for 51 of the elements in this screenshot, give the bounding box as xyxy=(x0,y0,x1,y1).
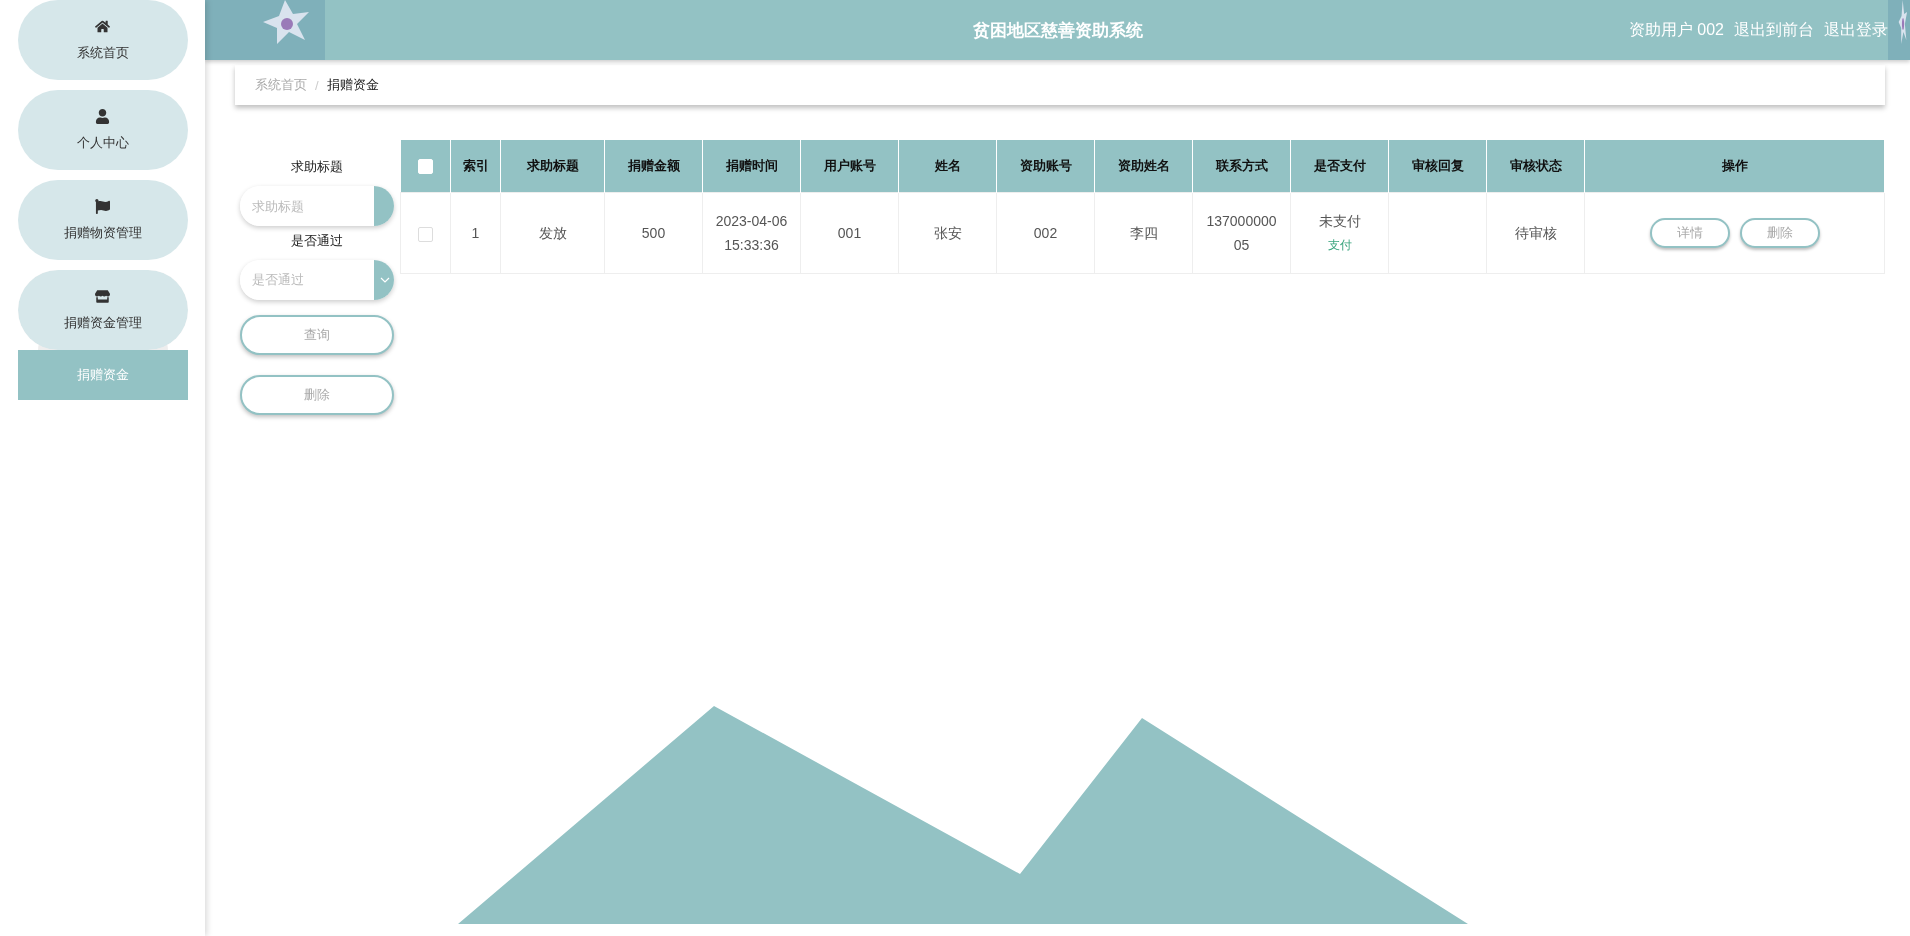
breadcrumb-link[interactable]: 系统首页 xyxy=(255,76,307,94)
submenu-item[interactable]: 捐赠资金 xyxy=(17,350,188,400)
column-header: 资助姓名 xyxy=(1094,140,1193,193)
delete-button[interactable]: 删除 xyxy=(1739,218,1820,248)
table-cell: 001 xyxy=(837,225,862,241)
header-link[interactable]: 退出登录 xyxy=(1824,20,1888,41)
table-cell: 13700000005 xyxy=(1206,213,1277,253)
column-header: 用户账号 xyxy=(800,140,899,193)
delete-button[interactable]: 删除 xyxy=(240,375,394,415)
payment-status: 未支付 xyxy=(1318,212,1361,231)
sidebar-item[interactable]: 捐赠资金管理 xyxy=(17,270,188,350)
checkbox[interactable] xyxy=(418,226,433,242)
column-header: 索引 xyxy=(450,140,501,193)
table-cell: 1 xyxy=(471,225,480,241)
user-icon xyxy=(95,108,110,124)
user-label: 资助用户 002 xyxy=(1628,20,1724,40)
column-header: 捐赠时间 xyxy=(702,140,801,193)
sidebar-item[interactable]: 捐赠物资管理 xyxy=(17,180,188,260)
sidebar-item[interactable]: 个人中心 xyxy=(17,90,188,170)
column-header: 联系方式 xyxy=(1192,140,1291,193)
table-cell: 2023-04-06 15:33:36 xyxy=(715,213,788,253)
table-cell: 张安 xyxy=(933,225,962,241)
filter-label: 求助标题 xyxy=(291,158,343,176)
filter-label: 是否通过 xyxy=(291,232,343,250)
column-header: 审核状态 xyxy=(1486,140,1585,193)
pay-link[interactable]: 支付 xyxy=(1327,233,1352,257)
details-button[interactable]: 详情 xyxy=(1649,218,1730,248)
column-header: 审核回复 xyxy=(1388,140,1487,193)
header-link[interactable]: 退出到前台 xyxy=(1734,20,1814,41)
column-header: 捐赠金额 xyxy=(604,140,703,193)
store-icon xyxy=(95,288,110,304)
column-header: 求助标题 xyxy=(500,140,605,193)
breadcrumb-separator: / xyxy=(315,77,319,93)
table-cell: 002 xyxy=(1033,225,1058,241)
home-icon xyxy=(95,18,110,34)
table-cell: 500 xyxy=(641,225,666,241)
column-header: 姓名 xyxy=(898,140,997,193)
system-title: 贫困地区慈善资助系统 xyxy=(972,19,1143,42)
table-cell: 发放 xyxy=(538,225,567,241)
sidebar-item[interactable]: 系统首页 xyxy=(17,0,188,80)
table-cell: 待审核 xyxy=(1514,225,1557,241)
chevron-down-icon xyxy=(380,277,390,283)
flag-icon xyxy=(95,198,110,214)
input-field[interactable]: 求助标题 xyxy=(240,186,394,226)
column-header: 是否支付 xyxy=(1290,140,1389,193)
search-button[interactable]: 查询 xyxy=(240,315,394,355)
table-cell: 李四 xyxy=(1129,225,1158,241)
column-header: 资助账号 xyxy=(996,140,1095,193)
column-header: 操作 xyxy=(1584,140,1885,193)
select-field[interactable]: 是否通过 xyxy=(240,260,394,300)
breadcrumb-link[interactable]: 捐赠资金 xyxy=(326,76,379,94)
